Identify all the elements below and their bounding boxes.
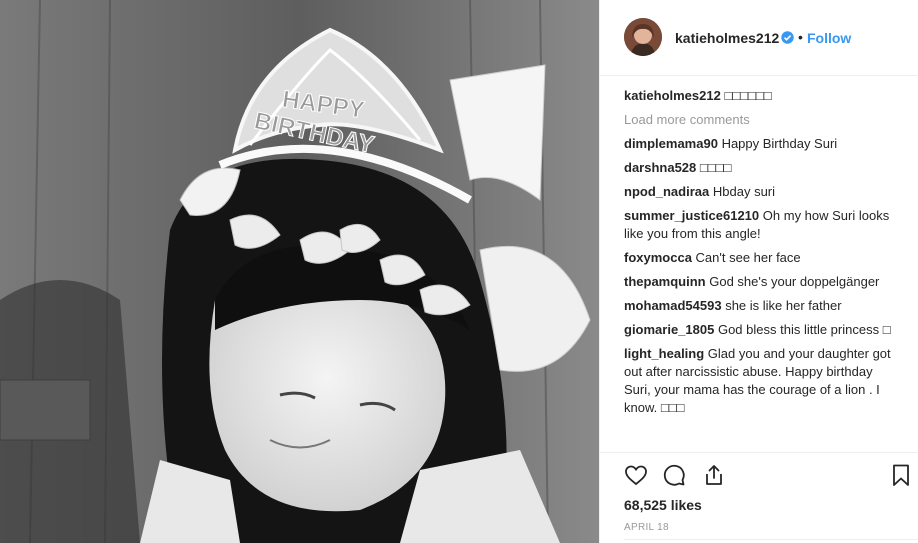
avatar-image	[624, 18, 662, 56]
verified-badge-icon	[781, 31, 794, 44]
comment-item: dimplemama90 Happy Birthday Suri	[624, 135, 899, 153]
comment-text: Can't see her face	[695, 250, 801, 265]
post-image: HAPPY BIRTHDAY	[0, 0, 599, 543]
comment-text: God she's your doppelgänger	[709, 274, 880, 289]
comment-author[interactable]: light_healing	[624, 346, 704, 361]
load-more-comments-button[interactable]: Load more comments	[624, 111, 899, 129]
comment-item: summer_justice61210 Oh my how Suri looks…	[624, 207, 899, 243]
comment-author[interactable]: giomarie_1805	[624, 322, 714, 337]
comment-text: she is like her father	[725, 298, 842, 313]
divider	[624, 539, 918, 540]
comment-author[interactable]: npod_nadiraa	[624, 184, 709, 199]
comment-author[interactable]: summer_justice61210	[624, 208, 759, 223]
caption-author[interactable]: katieholmes212	[624, 88, 721, 103]
header-separator: •	[798, 29, 803, 45]
post-header: katieholmes212 • Follow	[600, 0, 918, 76]
post-photo[interactable]: HAPPY BIRTHDAY	[0, 0, 599, 543]
post-actions-bar	[600, 452, 918, 502]
comment-text: Hbday suri	[712, 184, 776, 199]
comment-author[interactable]: dimplemama90	[624, 136, 718, 151]
comment-item: thepamquinn God she's your doppelgänger	[624, 273, 899, 291]
comments-list[interactable]: katieholmes212 □□□□□□ Load more comments…	[624, 87, 899, 451]
post-details-panel: katieholmes212 • Follow katieholmes212 □…	[599, 0, 918, 543]
bookmark-icon[interactable]	[889, 463, 913, 487]
header-username[interactable]: katieholmes212	[675, 30, 779, 46]
comment-author[interactable]: darshna528	[624, 160, 696, 175]
like-count[interactable]: 68,525 likes	[624, 497, 702, 513]
follow-button[interactable]: Follow	[807, 30, 851, 46]
comment-item: npod_nadiraa Hbday suri	[624, 183, 899, 201]
comment-item: mohamad54593 she is like her father	[624, 297, 899, 315]
comment-author[interactable]: foxymocca	[624, 250, 692, 265]
comment-text: God bless this little princess □	[717, 322, 891, 337]
comment-item: foxymocca Can't see her face	[624, 249, 899, 267]
comment-item: giomarie_1805 God bless this little prin…	[624, 321, 899, 339]
comment-item: light_healing Glad you and your daughter…	[624, 345, 899, 417]
comment-author[interactable]: mohamad54593	[624, 298, 722, 313]
avatar[interactable]	[624, 18, 662, 56]
caption-text: □□□□□□	[724, 88, 772, 103]
share-icon[interactable]	[702, 463, 726, 487]
post-caption: katieholmes212 □□□□□□	[624, 87, 899, 105]
comment-author[interactable]: thepamquinn	[624, 274, 706, 289]
comment-item: darshna528 □□□□	[624, 159, 899, 177]
post-date[interactable]: APRIL 18	[624, 522, 669, 533]
comment-bubble-icon[interactable]	[662, 463, 686, 487]
heart-icon[interactable]	[624, 463, 648, 487]
comment-text: □□□□	[699, 160, 732, 175]
comment-text: Happy Birthday Suri	[721, 136, 838, 151]
